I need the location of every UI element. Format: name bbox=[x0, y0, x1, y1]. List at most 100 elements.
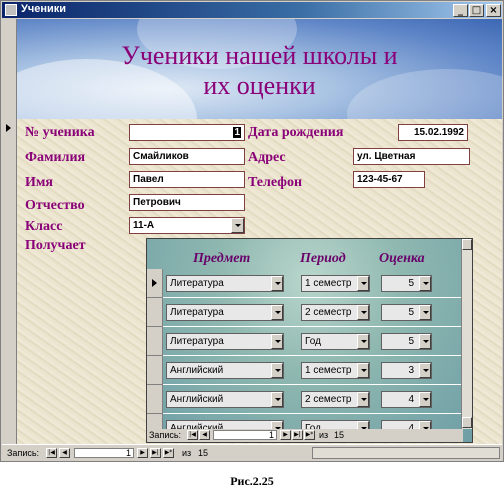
period-combo[interactable]: 2 семестр bbox=[301, 304, 370, 321]
next-record-icon[interactable]: ▶ bbox=[137, 448, 148, 458]
grade-combo[interactable]: 5 bbox=[381, 333, 432, 350]
header-subject: Предмет bbox=[193, 251, 251, 266]
subform-row[interactable]: Литература 1 семестр 5 bbox=[147, 269, 463, 298]
form-icon bbox=[5, 4, 17, 16]
chevron-down-icon[interactable] bbox=[271, 276, 283, 291]
title-bar[interactable]: Ученики _ □ × bbox=[2, 2, 502, 18]
student-id-field[interactable]: 1 bbox=[129, 124, 245, 141]
period-combo-value: 1 семестр bbox=[305, 278, 352, 289]
close-button[interactable]: × bbox=[486, 4, 501, 17]
chevron-down-icon[interactable] bbox=[357, 392, 369, 407]
label-student-id: № ученика bbox=[25, 125, 95, 140]
chevron-down-icon[interactable] bbox=[357, 334, 369, 349]
period-combo-value: 2 семестр bbox=[305, 307, 352, 318]
period-combo[interactable]: 1 семестр bbox=[301, 275, 370, 292]
chevron-down-icon[interactable] bbox=[271, 392, 283, 407]
form-title: Ученики нашей школы и их оценки bbox=[17, 41, 502, 101]
subform-row[interactable]: Английский 2 семестр 4 bbox=[147, 385, 463, 414]
chevron-down-icon[interactable] bbox=[419, 276, 431, 291]
subject-combo[interactable]: Литература bbox=[166, 304, 284, 321]
chevron-down-icon[interactable] bbox=[271, 363, 283, 378]
scroll-down-button[interactable] bbox=[462, 417, 472, 428]
birthdate-field[interactable]: 15.02.1992 bbox=[398, 124, 468, 141]
class-value: 11-А bbox=[133, 220, 155, 231]
form-title-line1: Ученики нашей школы и bbox=[121, 41, 398, 70]
record-navigator: Запись: |◀ ◀ 1 ▶ ▶| ▶* из 15 bbox=[2, 444, 502, 460]
current-row-arrow-icon bbox=[152, 279, 157, 287]
subform-current-record[interactable]: 1 bbox=[213, 430, 277, 440]
subform-row[interactable]: Литература Год 5 bbox=[147, 327, 463, 356]
form-title-line2: их оценки bbox=[203, 71, 316, 100]
header-period: Период bbox=[300, 251, 346, 266]
chevron-down-icon[interactable] bbox=[271, 334, 283, 349]
row-selector[interactable] bbox=[147, 356, 163, 385]
grade-combo[interactable]: 3 bbox=[381, 362, 432, 379]
grade-combo-value: 4 bbox=[408, 394, 414, 405]
subform-row[interactable]: Английский 1 семестр 3 bbox=[147, 356, 463, 385]
grade-combo[interactable]: 5 bbox=[381, 304, 432, 321]
chevron-down-icon[interactable] bbox=[419, 334, 431, 349]
prev-record-icon[interactable]: ◀ bbox=[59, 448, 70, 458]
subject-combo[interactable]: Английский bbox=[166, 391, 284, 408]
current-record-field[interactable]: 1 bbox=[74, 448, 134, 458]
first-record-icon[interactable]: |◀ bbox=[187, 430, 198, 440]
next-record-icon[interactable]: ▶ bbox=[280, 430, 291, 440]
class-combo[interactable]: 11-А bbox=[129, 217, 245, 234]
prev-record-icon[interactable]: ◀ bbox=[199, 430, 210, 440]
label-class: Класс bbox=[25, 219, 63, 234]
subform-nav-label: Запись: bbox=[149, 430, 182, 440]
row-selector[interactable] bbox=[147, 327, 163, 356]
chevron-down-icon[interactable] bbox=[271, 305, 283, 320]
period-combo[interactable]: 1 семестр bbox=[301, 362, 370, 379]
record-selector[interactable] bbox=[2, 19, 17, 444]
horizontal-scrollbar[interactable] bbox=[312, 447, 500, 459]
chevron-down-icon[interactable] bbox=[357, 305, 369, 320]
label-surname: Фамилия bbox=[25, 150, 86, 165]
label-birthdate: Дата рождения bbox=[248, 125, 344, 140]
label-phone: Телефон bbox=[248, 175, 303, 190]
new-record-icon[interactable]: ▶* bbox=[304, 430, 315, 440]
grade-combo[interactable]: 4 bbox=[381, 391, 432, 408]
chevron-down-icon[interactable] bbox=[231, 218, 244, 233]
row-selector[interactable] bbox=[147, 385, 163, 414]
subform-total: 15 bbox=[334, 430, 345, 440]
period-combo-value: Год bbox=[305, 336, 321, 347]
chevron-down-icon[interactable] bbox=[357, 363, 369, 378]
period-combo[interactable]: Год bbox=[301, 333, 370, 350]
access-form-window: Ученики _ □ × Ученики нашей школы и их о… bbox=[0, 0, 504, 462]
chevron-down-icon[interactable] bbox=[419, 392, 431, 407]
scroll-up-button[interactable] bbox=[462, 239, 472, 250]
subform-row[interactable]: Литература 2 семестр 5 bbox=[147, 298, 463, 327]
last-record-icon[interactable]: ▶| bbox=[292, 430, 303, 440]
grade-combo-value: 5 bbox=[408, 336, 414, 347]
row-selector[interactable] bbox=[147, 269, 163, 298]
current-record-arrow-icon bbox=[6, 124, 11, 132]
minimize-button[interactable]: _ bbox=[453, 4, 468, 17]
total-records: 15 bbox=[198, 448, 209, 458]
maximize-button[interactable]: □ bbox=[469, 4, 484, 17]
phone-field[interactable]: 123-45-67 bbox=[353, 171, 425, 188]
period-combo[interactable]: 2 семестр bbox=[301, 391, 370, 408]
new-record-icon[interactable]: ▶* bbox=[163, 448, 174, 458]
subject-combo-value: Английский bbox=[170, 365, 224, 376]
patronymic-field[interactable]: Петрович bbox=[129, 194, 245, 211]
chevron-down-icon[interactable] bbox=[419, 363, 431, 378]
first-record-icon[interactable]: |◀ bbox=[46, 448, 57, 458]
row-selector[interactable] bbox=[147, 298, 163, 327]
grade-combo-value: 5 bbox=[408, 307, 414, 318]
address-field[interactable]: ул. Цветная bbox=[353, 148, 470, 165]
chevron-down-icon[interactable] bbox=[419, 305, 431, 320]
subject-combo-value: Литература bbox=[170, 307, 224, 318]
chevron-down-icon[interactable] bbox=[357, 276, 369, 291]
label-patronymic: Отчество bbox=[25, 198, 85, 213]
last-record-icon[interactable]: ▶| bbox=[150, 448, 161, 458]
subject-combo[interactable]: Литература bbox=[166, 275, 284, 292]
subform-vertical-scrollbar[interactable] bbox=[461, 239, 472, 429]
name-field[interactable]: Павел bbox=[129, 171, 245, 188]
grade-combo[interactable]: 5 bbox=[381, 275, 432, 292]
subject-combo[interactable]: Английский bbox=[166, 362, 284, 379]
surname-field[interactable]: Смайликов bbox=[129, 148, 245, 165]
window-title: Ученики bbox=[21, 3, 67, 15]
label-name: Имя bbox=[25, 175, 53, 190]
subject-combo[interactable]: Литература bbox=[166, 333, 284, 350]
